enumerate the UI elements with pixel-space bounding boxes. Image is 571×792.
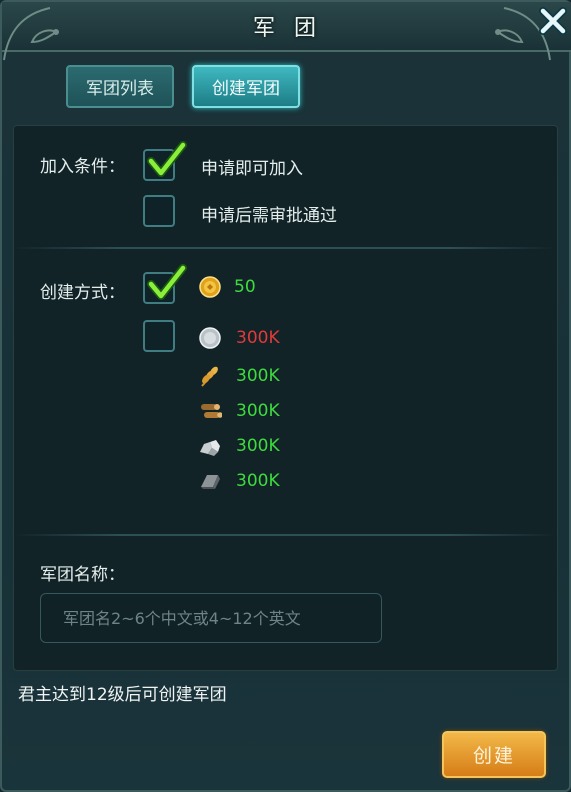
create-button[interactable]: 创建 <box>442 731 546 778</box>
resource-payment-checkbox[interactable] <box>143 320 175 352</box>
legion-window: 军 团 军团列表 创建军团 加入条件： 申请即可加入 申请后需审批通过 创建方式… <box>0 0 571 792</box>
join-free-checkbox[interactable] <box>143 141 187 181</box>
join-approval-checkbox[interactable] <box>143 195 175 227</box>
gold-cost-value: 50 <box>234 277 256 297</box>
title-bar: 军 团 <box>2 2 571 61</box>
checkmark-icon <box>147 264 187 300</box>
section-divider <box>14 247 555 249</box>
wood-log-icon <box>201 404 222 418</box>
gold-coin-icon <box>199 276 221 298</box>
create-method-label: 创建方式： <box>40 283 125 303</box>
checkmark-icon <box>147 141 187 177</box>
resource-cost-row: 300K <box>198 434 280 458</box>
resource-cost-value: 300K <box>236 328 280 348</box>
level-requirement-note: 君主达到12级后可创建军团 <box>18 685 227 705</box>
section-divider <box>14 534 555 536</box>
resource-cost-value: 300K <box>236 471 280 491</box>
silver-coin-icon <box>199 327 221 349</box>
resource-cost-row: 300K <box>198 469 280 493</box>
resource-cost-row: 300K <box>198 326 280 350</box>
window-title: 军 团 <box>253 16 322 41</box>
resource-cost-value: 300K <box>236 366 280 386</box>
gold-payment-checkbox[interactable] <box>143 264 187 304</box>
join-free-label: 申请即可加入 <box>201 159 303 179</box>
wheat-icon <box>201 366 218 387</box>
join-approval-label: 申请后需审批通过 <box>201 206 337 226</box>
tab-legion-list[interactable]: 军团列表 <box>66 65 174 108</box>
resource-cost-row: 300K <box>198 399 280 423</box>
resource-cost-value: 300K <box>236 401 280 421</box>
close-icon[interactable] <box>536 4 570 38</box>
resource-cost-row: 300K <box>198 364 280 388</box>
legion-name-label: 军团名称： <box>40 565 125 585</box>
iron-ingot-icon <box>201 475 220 489</box>
join-conditions-label: 加入条件： <box>40 157 125 177</box>
gold-cost-row: 50 <box>198 275 256 299</box>
resource-cost-value: 300K <box>236 436 280 456</box>
legion-name-input[interactable] <box>40 593 382 643</box>
tab-create-legion[interactable]: 创建军团 <box>192 65 300 108</box>
stone-icon <box>200 440 220 456</box>
